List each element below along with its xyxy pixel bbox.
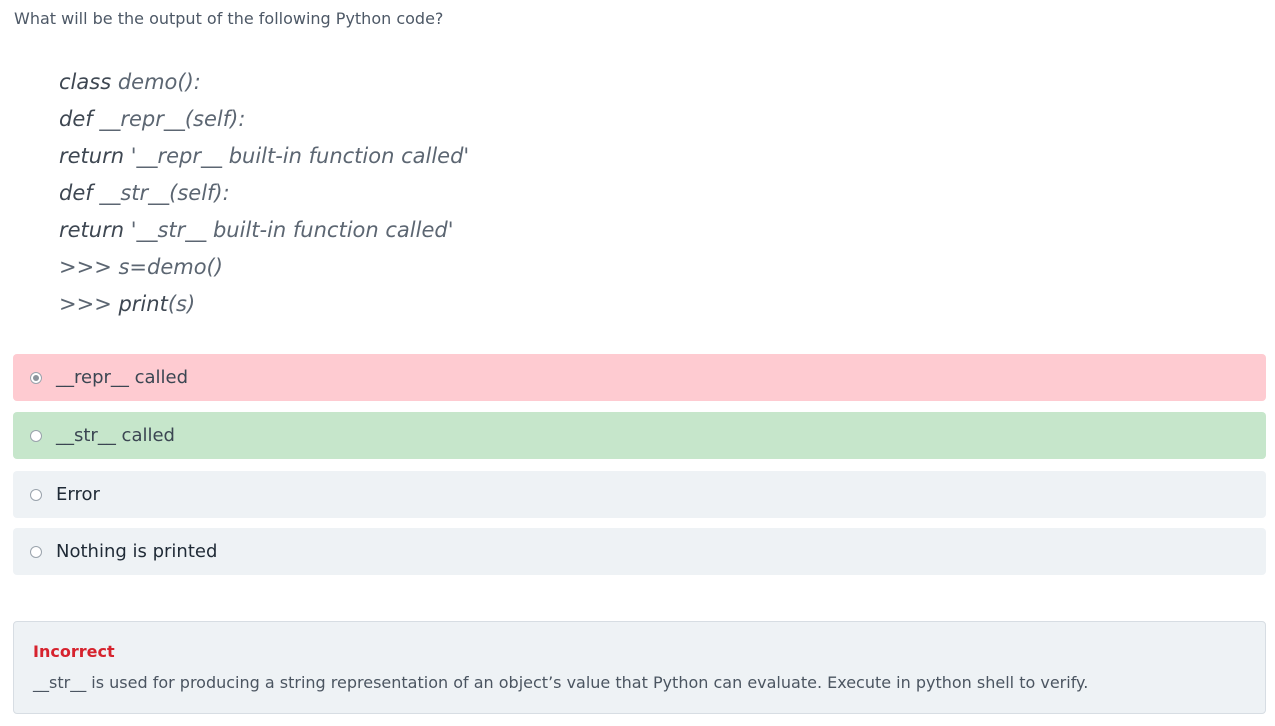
code-text: demo(): <box>111 70 201 94</box>
question-text: What will be the output of the following… <box>14 9 444 28</box>
option-label: __str__ called <box>56 425 175 446</box>
code-keyword: return <box>59 218 125 242</box>
code-line: def __repr__(self): <box>59 101 469 138</box>
code-block: class demo(): def __repr__(self): return… <box>59 64 469 323</box>
option-repr-called[interactable]: __repr__ called <box>13 354 1266 401</box>
code-line: >>> s=demo() <box>59 249 469 286</box>
code-text: >>> s=demo() <box>59 255 223 279</box>
feedback-explanation: __str__ is used for producing a string r… <box>33 673 1089 692</box>
code-keyword: def <box>59 107 93 131</box>
code-keyword: return <box>59 144 125 168</box>
radio-unselected-icon[interactable] <box>30 545 42 558</box>
code-keyword: class <box>59 70 112 94</box>
option-label: Error <box>56 484 100 505</box>
code-text: __repr__(self): <box>92 107 246 131</box>
code-line: class demo(): <box>59 64 469 101</box>
code-line: return '__str__ built-in function called… <box>59 212 469 249</box>
feedback-status: Incorrect <box>33 642 115 661</box>
code-text: (s) <box>167 292 196 316</box>
code-line: >>> print(s) <box>59 286 469 323</box>
option-nothing-printed[interactable]: Nothing is printed <box>13 528 1266 575</box>
radio-unselected-icon[interactable] <box>30 429 42 442</box>
option-label: Nothing is printed <box>56 541 218 562</box>
feedback-panel: Incorrect __str__ is used for producing … <box>13 621 1266 714</box>
code-text: __str__(self): <box>92 181 230 205</box>
code-text: '__str__ built-in function called' <box>124 218 454 242</box>
radio-unselected-icon[interactable] <box>30 488 42 501</box>
code-keyword: print <box>118 292 168 316</box>
code-prompt: >>> <box>59 292 119 316</box>
radio-selected-icon[interactable] <box>30 371 42 384</box>
option-label: __repr__ called <box>56 367 189 388</box>
code-keyword: def <box>59 181 93 205</box>
code-text: '__repr__ built-in function called' <box>124 144 470 168</box>
code-line: def __str__(self): <box>59 175 469 212</box>
option-error[interactable]: Error <box>13 471 1266 518</box>
code-line: return '__repr__ built-in function calle… <box>59 138 469 175</box>
option-str-called[interactable]: __str__ called <box>13 412 1266 459</box>
